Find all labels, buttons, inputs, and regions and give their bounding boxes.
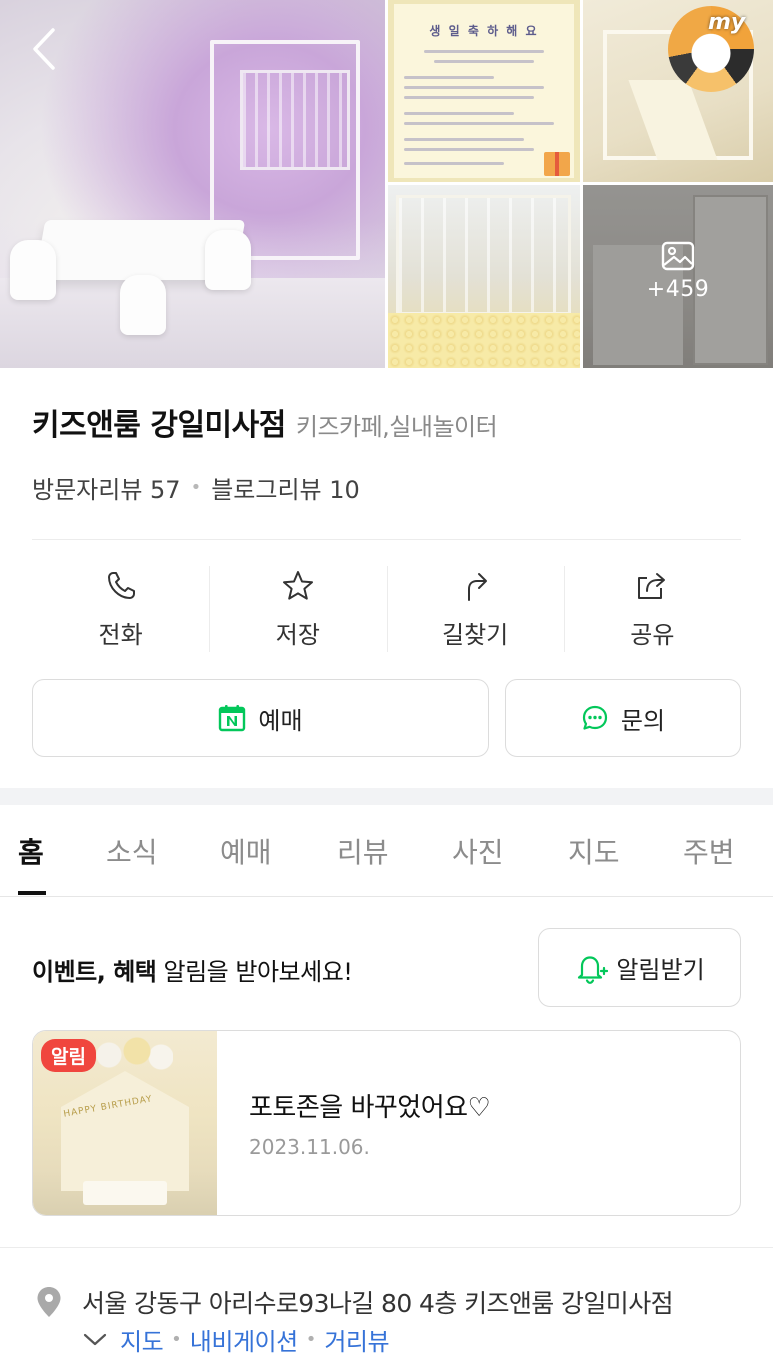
tab-bar: 홈 소식 예매 리뷰 사진 지도 주변 — [0, 805, 773, 897]
poster-text-line — [404, 138, 524, 141]
news-card[interactable]: HAPPY BIRTHDAY 알림 포토존을 바꾸었어요♡ 2023.11.06… — [32, 1030, 741, 1216]
chevron-down-icon[interactable] — [82, 1332, 108, 1348]
more-photos-count: +459 — [646, 277, 710, 302]
directions-label: 길찾기 — [442, 620, 509, 649]
birthday-poster-photo[interactable]: 생 일 축 하 해 요 — [388, 0, 580, 182]
back-button[interactable] — [24, 24, 64, 74]
subscribe-alerts-button[interactable]: 알림받기 — [538, 928, 741, 1007]
photo-net — [240, 70, 350, 170]
notice-rest: 알림을 받아보세요! — [156, 958, 353, 986]
photo-zone-table — [83, 1181, 167, 1205]
save-button[interactable]: 저장 — [209, 562, 386, 656]
more-photos-button[interactable]: +459 — [583, 185, 773, 368]
save-label: 저장 — [275, 620, 320, 649]
reserve-button[interactable]: 예매 — [32, 679, 489, 757]
gift-icon — [544, 152, 570, 176]
photo-chair — [10, 240, 56, 300]
poster-text-line — [434, 60, 534, 63]
tab-news[interactable]: 소식 — [106, 831, 158, 871]
location-pin-icon — [37, 1287, 61, 1317]
star-icon — [282, 570, 313, 600]
share-label: 공유 — [630, 620, 675, 649]
section-separator — [0, 788, 773, 805]
photo-bars — [396, 195, 571, 315]
street-view-link[interactable]: 거리뷰 — [324, 1322, 389, 1357]
photo-chair — [120, 275, 166, 335]
divider — [32, 539, 741, 540]
photo-chair — [205, 230, 251, 290]
image-icon — [661, 241, 695, 271]
poster-text-line — [404, 122, 554, 125]
tab-map[interactable]: 지도 — [568, 831, 620, 871]
photo-zone-backdrop — [61, 1071, 189, 1191]
poster-text-line — [404, 148, 534, 151]
review-summary: 방문자리뷰 57 • 블로그리뷰 10 — [32, 470, 360, 505]
subscribe-alerts-label: 알림받기 — [616, 956, 705, 984]
chevron-left-icon — [33, 28, 55, 70]
news-title: 포토존을 바꾸었어요♡ — [249, 1093, 491, 1123]
naver-calendar-icon — [219, 705, 246, 732]
share-button[interactable]: 공유 — [563, 562, 741, 656]
call-label: 전화 — [98, 620, 143, 649]
balloons-decoration — [93, 1035, 173, 1075]
tab-photos[interactable]: 사진 — [452, 831, 504, 871]
tab-reservation[interactable]: 예매 — [220, 831, 272, 871]
tab-reviews[interactable]: 리뷰 — [337, 831, 389, 871]
news-thumbnail: HAPPY BIRTHDAY 알림 — [33, 1031, 217, 1215]
share-icon — [638, 572, 666, 599]
divider — [0, 1247, 773, 1248]
photo-floor — [0, 278, 385, 368]
blog-reviews-link[interactable]: 블로그리뷰 10 — [211, 470, 360, 505]
separator-dot: • — [171, 1329, 182, 1350]
tab-nearby[interactable]: 주변 — [683, 831, 735, 871]
action-bar: 전화 저장 길찾기 공유 — [32, 562, 741, 656]
poster-text-line — [404, 96, 534, 99]
poster: 생 일 축 하 해 요 — [394, 4, 574, 178]
poster-text-line — [424, 50, 544, 53]
call-button[interactable]: 전화 — [32, 562, 209, 656]
directions-button[interactable]: 길찾기 — [386, 562, 564, 656]
poster-text-line — [404, 112, 514, 115]
address-links: 지도 • 내비게이션 • 거리뷰 — [82, 1322, 390, 1357]
active-tab-indicator — [18, 891, 46, 895]
reserve-label: 예매 — [258, 706, 303, 735]
phone-icon — [107, 571, 135, 599]
poster-text-line — [404, 76, 494, 79]
poster-text-line — [404, 86, 544, 89]
poster-title: 생 일 축 하 해 요 — [429, 24, 539, 38]
bell-plus-icon — [578, 955, 609, 984]
map-link[interactable]: 지도 — [120, 1322, 164, 1357]
notice-bold: 이벤트, 혜택 — [32, 958, 157, 986]
notification-prompt: 이벤트, 혜택 알림을 받아보세요! — [32, 952, 353, 987]
poster-text-line — [404, 162, 504, 165]
separator-dot: • — [305, 1329, 317, 1350]
chat-bubble-icon — [582, 705, 608, 730]
visitor-reviews-link[interactable]: 방문자리뷰 57 — [32, 470, 181, 505]
tab-home[interactable]: 홈 — [18, 831, 44, 871]
address-text: 서울 강동구 아리수로93나길 80 4층 키즈앤룸 강일미사점 — [82, 1289, 674, 1318]
place-category: 키즈카페,실내놀이터 — [295, 413, 498, 441]
directions-icon — [468, 572, 488, 601]
inquire-button[interactable]: 문의 — [505, 679, 741, 757]
ball-pit-photo[interactable] — [388, 185, 580, 368]
place-name: 키즈앤룸 강일미사점 — [32, 408, 286, 443]
my-badge-label: my — [708, 10, 746, 35]
navigation-link[interactable]: 내비게이션 — [190, 1322, 298, 1357]
photo-balls — [388, 313, 580, 368]
inquire-label: 문의 — [620, 706, 666, 735]
news-date: 2023.11.06. — [249, 1135, 370, 1159]
notice-badge: 알림 — [41, 1039, 96, 1072]
photo-gallery: 생 일 축 하 해 요 +459 my — [0, 0, 773, 368]
place-title-row: 키즈앤룸 강일미사점 키즈카페,실내놀이터 — [32, 400, 498, 444]
separator-dot: • — [190, 477, 202, 498]
